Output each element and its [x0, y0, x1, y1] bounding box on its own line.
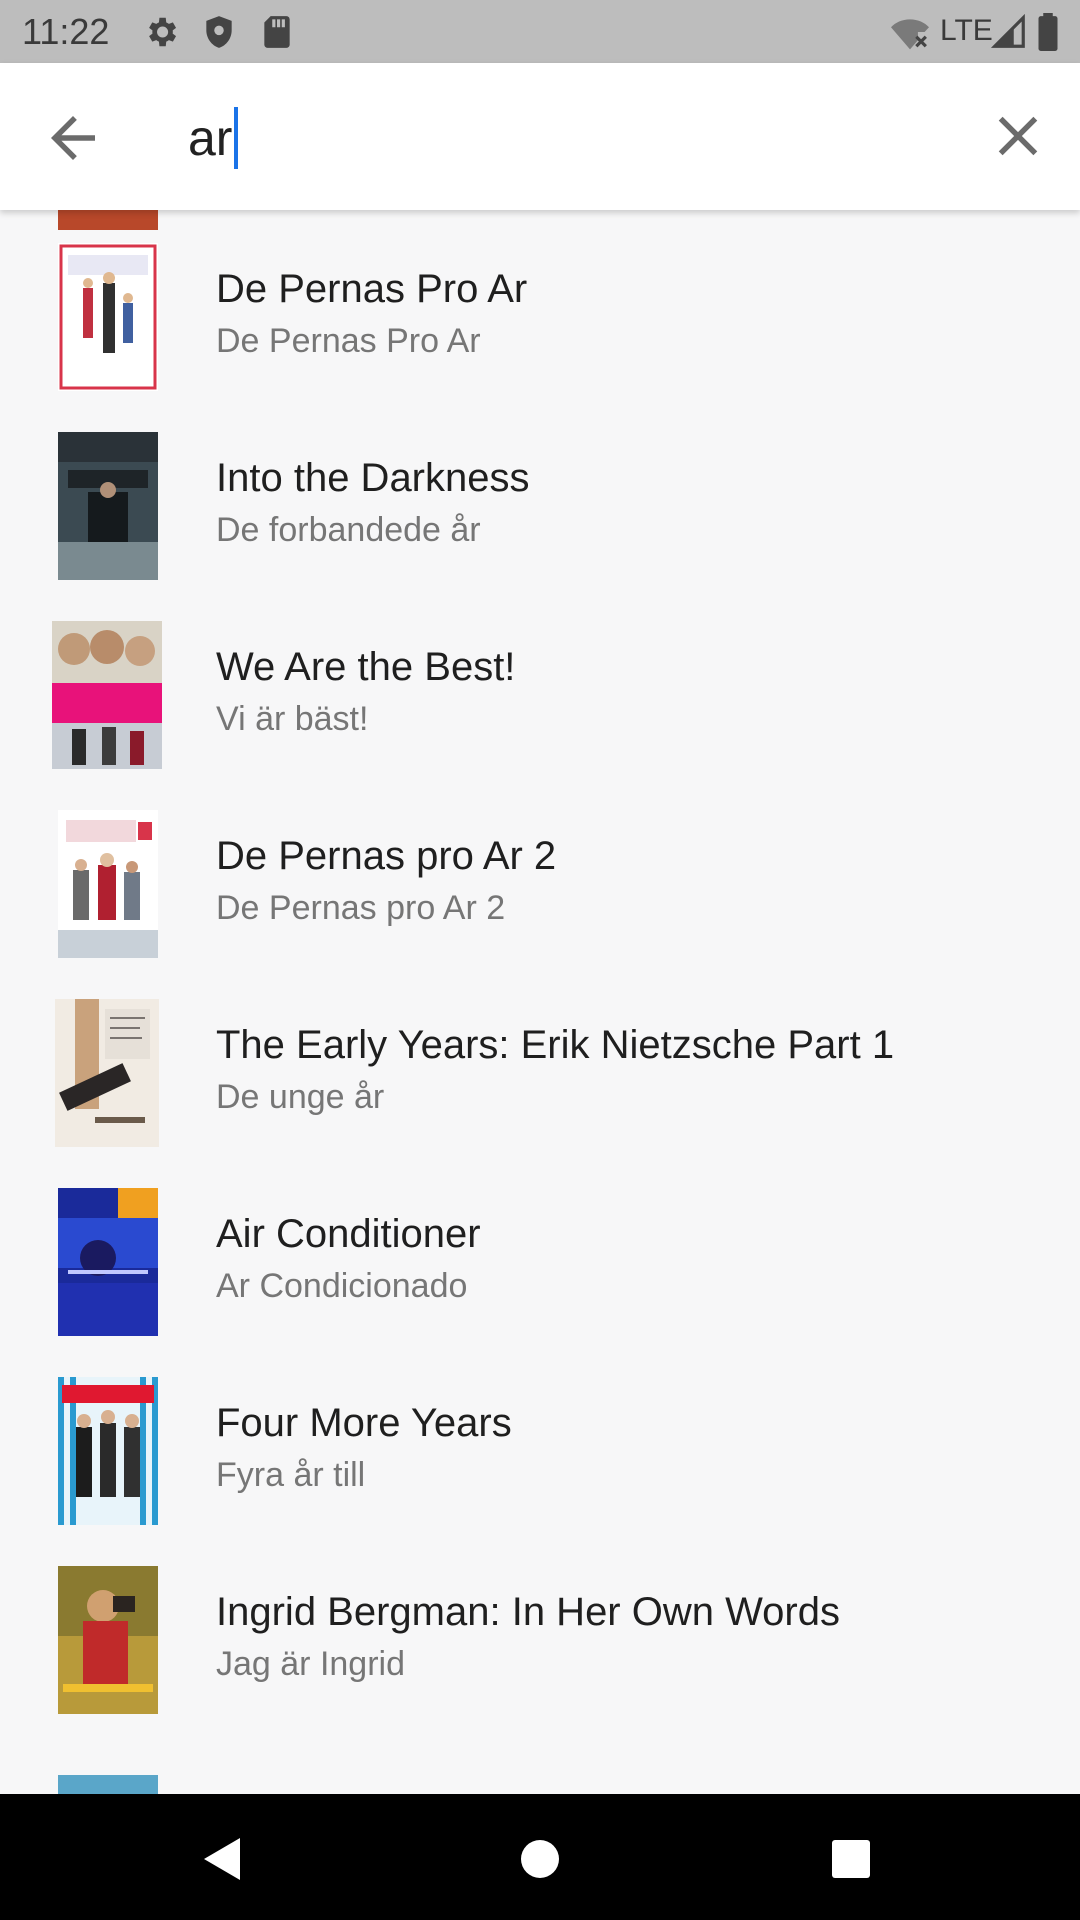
wifi-off-icon [888, 13, 932, 51]
nav-home-button[interactable] [505, 1824, 575, 1894]
list-item[interactable]: Air Conditioner Ar Condicionado [0, 1155, 1080, 1344]
text-caret [234, 107, 239, 169]
search-bar: ar [0, 63, 1080, 210]
search-results-list[interactable]: De Pernas Pro Ar De Pernas Pro Ar Into t… [0, 210, 1080, 1794]
signal-icon [990, 13, 1028, 51]
list-item[interactable]: De Pernas pro Ar 2 De Pernas pro Ar 2 [0, 777, 1080, 966]
sd-card-icon [258, 13, 296, 51]
result-title: The Early Years: Erik Nietzsche Part 1 [216, 1023, 895, 1067]
settings-icon [142, 13, 180, 51]
list-item[interactable]: The Early Years: Erik Nietzsche Part 1 D… [0, 966, 1080, 1155]
poster-image [58, 1566, 158, 1714]
screen: 11:22 LTE ar De Pernas Pro Ar De Pernas … [0, 0, 1080, 1920]
list-item[interactable]: De Pernas Pro Ar De Pernas Pro Ar [0, 210, 1080, 399]
status-bar: 11:22 LTE [0, 0, 1080, 63]
result-title: Air Conditioner [216, 1212, 481, 1256]
result-subtitle: Vi är bäst! [216, 700, 369, 738]
poster-image [52, 621, 162, 769]
poster-image [58, 432, 158, 580]
nav-back-button[interactable] [188, 1824, 258, 1894]
shield-icon [200, 13, 238, 51]
nav-home-icon [521, 1840, 559, 1878]
status-time: 11:22 [22, 11, 110, 52]
result-subtitle: De unge år [216, 1078, 385, 1116]
back-button[interactable] [40, 105, 106, 171]
result-title: Ingrid Bergman: In Her Own Words [216, 1590, 840, 1634]
result-title: De Pernas pro Ar 2 [216, 834, 557, 878]
poster-image [58, 1188, 158, 1336]
result-title: We Are the Best! [216, 645, 516, 689]
list-item[interactable]: We Are the Best! Vi är bäst! [0, 588, 1080, 777]
list-item[interactable]: Four More Years Fyra år till [0, 1344, 1080, 1533]
battery-icon [1036, 13, 1060, 52]
result-title: De Pernas Pro Ar [216, 267, 528, 311]
clear-search-button[interactable] [985, 103, 1051, 169]
navigation-bar [0, 1794, 1080, 1920]
partial-poster-image [58, 1775, 158, 1794]
search-input[interactable]: ar [188, 108, 232, 168]
nav-recents-icon [832, 1840, 870, 1878]
list-item[interactable]: Ingrid Bergman: In Her Own Words Jag är … [0, 1533, 1080, 1722]
result-subtitle: De Pernas pro Ar 2 [216, 889, 506, 927]
result-title: Into the Darkness [216, 456, 530, 500]
close-icon [998, 116, 1038, 156]
arrow-back-icon [51, 116, 95, 160]
poster-image [58, 1377, 158, 1525]
poster-image [58, 810, 158, 958]
nav-recents-button[interactable] [816, 1824, 886, 1894]
result-title: Four More Years [216, 1401, 512, 1445]
list-item[interactable]: Into the Darkness De forbandede år [0, 399, 1080, 588]
result-subtitle: Ar Condicionado [216, 1267, 468, 1305]
result-subtitle: Fyra år till [216, 1456, 366, 1494]
status-network: LTE [940, 14, 993, 47]
result-subtitle: Jag är Ingrid [216, 1645, 405, 1683]
search-field[interactable]: ar [188, 98, 239, 178]
nav-back-icon [204, 1838, 240, 1880]
poster-image [58, 243, 158, 391]
poster-image [55, 999, 159, 1147]
result-subtitle: De forbandede år [216, 511, 481, 549]
result-subtitle: De Pernas Pro Ar [216, 322, 481, 360]
